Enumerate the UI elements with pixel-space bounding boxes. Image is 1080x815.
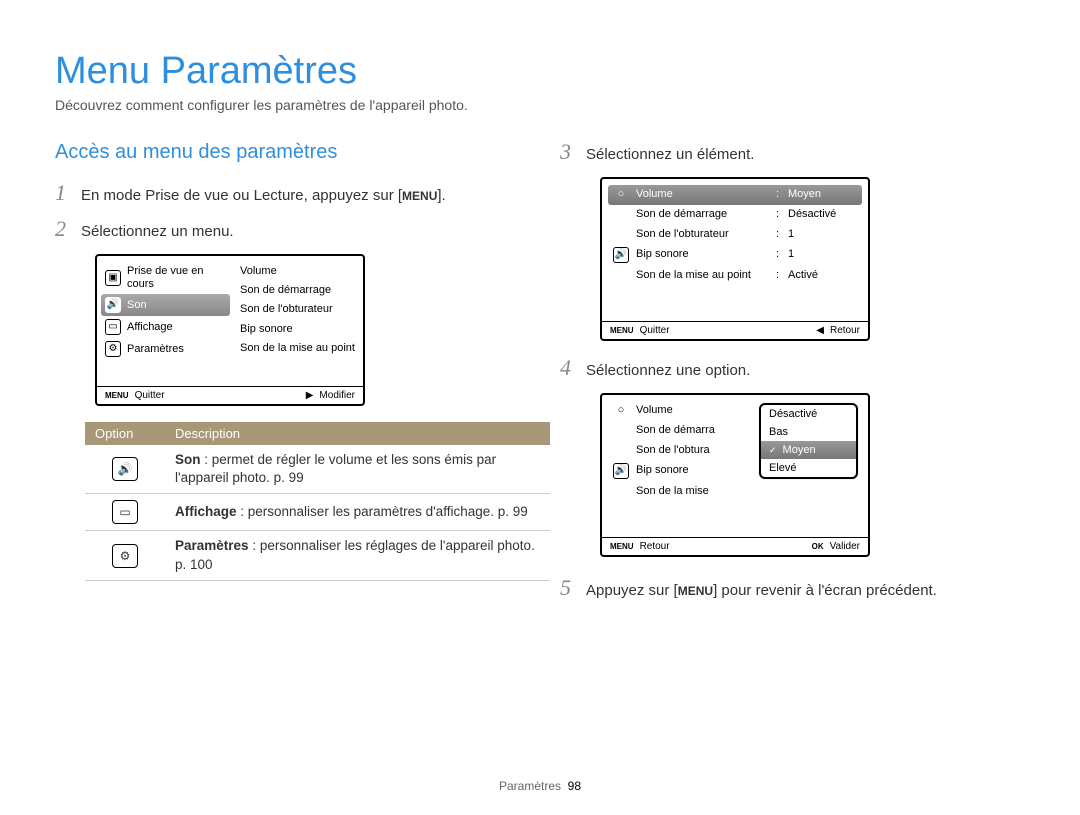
page-intro: Découvrez comment configurer les paramèt… — [55, 97, 1025, 113]
lcd-footer-right: ▶Modifier — [306, 390, 355, 401]
step-4-text: Sélectionnez une option. — [586, 362, 750, 379]
menu-label: Affichage — [127, 321, 173, 334]
camera-icon: ▣ — [105, 270, 121, 286]
menu-label: Son — [127, 299, 147, 312]
popup-option-low: Bas — [761, 423, 856, 441]
display-icon: ▭ — [112, 500, 138, 524]
option-desc: : personnaliser les paramètres d'afficha… — [237, 504, 528, 519]
lcd-footer-left: MENUQuitter — [610, 325, 670, 336]
lcd-footer-left: MENURetour — [610, 541, 670, 552]
popup-option-off: Désactivé — [761, 405, 856, 423]
display-icon: ▭ — [105, 319, 121, 335]
step-5-text-pre: Appuyez sur [ — [586, 582, 678, 599]
lcd-screenshot-element: ○ Volume:Moyen Son de démarrage:Désactiv… — [600, 177, 870, 341]
menu-button-label: MENU — [402, 189, 437, 203]
menu-label: Paramètres — [127, 343, 184, 356]
list-row-af-sound: Son de la mise — [608, 482, 862, 502]
section-heading: Accès au menu des paramètres — [55, 141, 520, 164]
list-row-beep: 🔊 Bip sonore:1 — [608, 244, 862, 266]
step-number: 2 — [55, 218, 71, 240]
lcd-footer-right: OKValider — [812, 541, 860, 552]
speaker-icon: 🔊 — [613, 247, 629, 263]
options-table: Option Description 🔊 Son : permet de rég… — [85, 422, 550, 581]
left-arrow-icon: ◀ — [816, 325, 824, 336]
table-header-option: Option — [85, 422, 165, 445]
left-column: Accès au menu des paramètres 1 En mode P… — [55, 141, 520, 613]
lcd-footer-left: MENUQuitter — [105, 390, 165, 401]
bullet-icon: ○ — [612, 404, 630, 418]
step-1: 1 En mode Prise de vue ou Lecture, appuy… — [55, 182, 520, 204]
step-3: 3 Sélectionnez un élément. — [560, 141, 1025, 163]
page-footer: Paramètres 98 — [0, 779, 1080, 793]
table-row: ▭ Affichage : personnaliser les paramètr… — [85, 494, 550, 531]
table-row: ⚙ Paramètres : personnaliser les réglage… — [85, 531, 550, 580]
step-2-text: Sélectionnez un menu. — [81, 223, 234, 240]
option-name: Affichage — [175, 504, 237, 519]
table-header-description: Description — [165, 422, 550, 445]
option-desc: : permet de régler le volume et les sons… — [175, 452, 496, 485]
lcd-footer-right: ◀Retour — [816, 325, 860, 336]
speaker-icon: 🔊 — [112, 457, 138, 481]
submenu-volume: Volume — [236, 262, 359, 281]
submenu-start-sound: Son de démarrage — [236, 281, 359, 300]
popup-option-mid: Moyen — [761, 441, 856, 459]
option-popup: Désactivé Bas Moyen Elevé — [759, 403, 858, 479]
gear-icon: ⚙ — [105, 341, 121, 357]
check-icon — [769, 444, 779, 456]
right-arrow-icon: ▶ — [306, 390, 314, 401]
option-name: Paramètres — [175, 538, 249, 553]
list-row-shutter-sound: Son de l'obturateur:1 — [608, 225, 862, 245]
bullet-icon: ○ — [612, 188, 630, 202]
right-column: 3 Sélectionnez un élément. ○ Volume:Moye… — [560, 141, 1025, 613]
step-number: 5 — [560, 577, 576, 599]
step-1-text-pre: En mode Prise de vue ou Lecture, appuyez… — [81, 187, 402, 204]
step-5: 5 Appuyez sur [MENU] pour revenir à l'éc… — [560, 577, 1025, 599]
submenu-shutter-sound: Son de l'obturateur — [236, 300, 359, 319]
menu-button-label: MENU — [678, 584, 713, 598]
table-row: 🔊 Son : permet de régler le volume et le… — [85, 445, 550, 494]
step-1-text-post: ]. — [437, 187, 445, 204]
gear-icon: ⚙ — [112, 544, 138, 568]
menu-item-display: ▭ Affichage — [101, 316, 230, 338]
footer-page-number: 98 — [568, 779, 581, 793]
footer-section-label: Paramètres — [499, 779, 561, 793]
speaker-icon: 🔊 — [613, 463, 629, 479]
submenu-beep: Bip sonore — [236, 320, 359, 339]
step-2: 2 Sélectionnez un menu. — [55, 218, 520, 240]
submenu-af-sound: Son de la mise au point — [236, 339, 359, 358]
step-number: 4 — [560, 357, 576, 379]
list-row-volume: ○ Volume:Moyen — [608, 185, 862, 205]
lcd-screenshot-option: ○ Volume Son de démarra Son de l'obtura … — [600, 393, 870, 557]
list-row-start-sound: Son de démarrage:Désactivé — [608, 205, 862, 225]
popup-option-high: Elevé — [761, 459, 856, 477]
step-4: 4 Sélectionnez une option. — [560, 357, 1025, 379]
step-5-text-post: ] pour revenir à l'écran précédent. — [713, 582, 937, 599]
menu-item-settings: ⚙ Paramètres — [101, 338, 230, 360]
list-row-af-sound: Son de la mise au point:Activé — [608, 266, 862, 286]
step-number: 3 — [560, 141, 576, 163]
lcd-screenshot-menu: ▣ Prise de vue en cours 🔊 Son ▭ Affichag… — [95, 254, 365, 406]
speaker-icon: 🔊 — [105, 297, 121, 313]
option-name: Son — [175, 452, 201, 467]
page-title: Menu Paramètres — [55, 50, 1025, 93]
step-number: 1 — [55, 182, 71, 204]
menu-item-sound: 🔊 Son — [101, 294, 230, 316]
menu-label: Prise de vue en cours — [127, 265, 226, 291]
menu-item-capture: ▣ Prise de vue en cours — [101, 262, 230, 294]
step-3-text: Sélectionnez un élément. — [586, 146, 754, 163]
